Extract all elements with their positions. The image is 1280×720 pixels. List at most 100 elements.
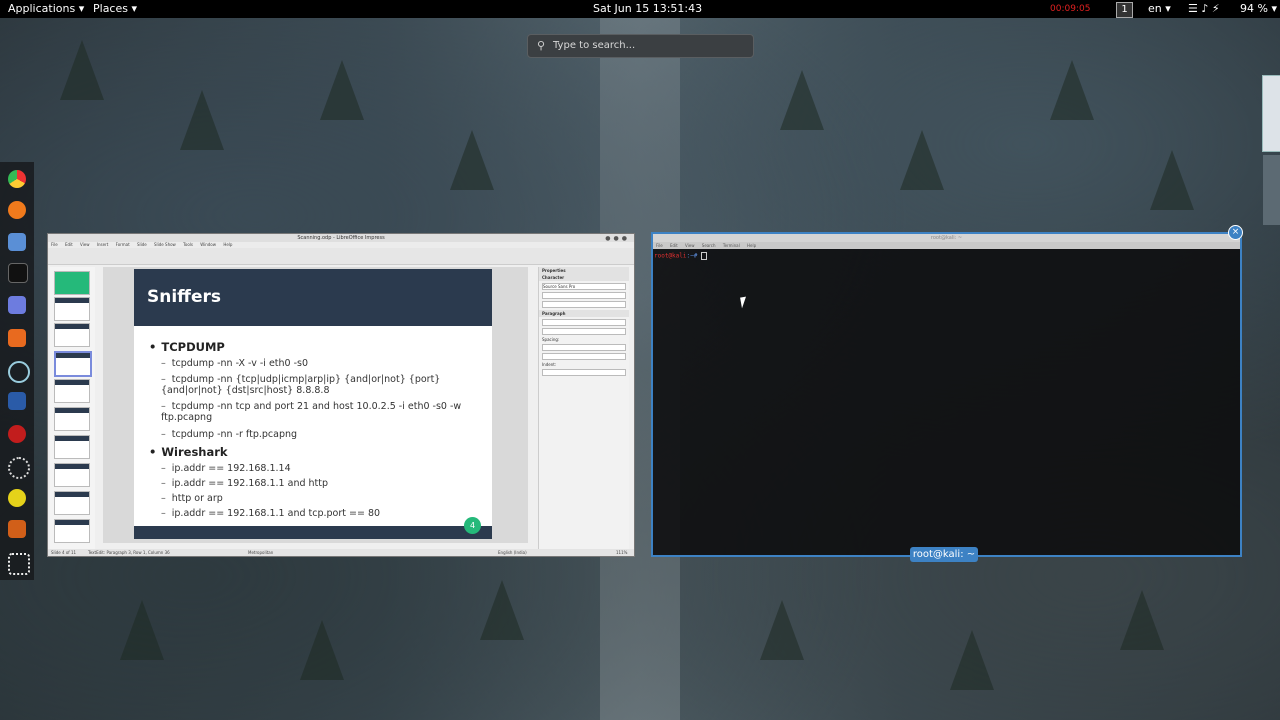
menu-terminal[interactable]: Terminal (723, 243, 740, 248)
terminal-icon[interactable] (8, 263, 28, 283)
battery-status[interactable]: 94 % ▾ (1240, 2, 1277, 16)
impress-window[interactable]: Scanning.odp - LibreOffice Impress ●●● F… (47, 233, 635, 557)
list-buttons[interactable] (542, 328, 626, 335)
status-language[interactable]: English (India) (498, 549, 527, 556)
font-color-buttons[interactable] (542, 301, 626, 308)
status-zoom[interactable]: 111% (616, 549, 627, 556)
status-slide: Slide 4 of 11 (51, 550, 77, 555)
wallpaper-tree (1050, 60, 1094, 120)
slide[interactable]: Sniffers TCPDUMP tcpdump -nn -X -v -i et… (134, 269, 492, 539)
impress-icon[interactable] (8, 520, 26, 538)
bullet-level2: ip.addr == 192.168.1.14 (161, 463, 481, 474)
slide-number-badge: 4 (464, 517, 481, 534)
menu-view[interactable]: View (80, 242, 90, 247)
paragraph-section[interactable]: Paragraph (539, 310, 629, 317)
files-icon[interactable] (8, 233, 26, 251)
bullet-level1: Wireshark (149, 445, 227, 459)
wallpaper-tree (780, 70, 824, 130)
slide-thumbnail[interactable] (54, 435, 90, 459)
terminal-window[interactable]: root@kali: ~ File Edit View Search Termi… (651, 232, 1242, 557)
chrome-icon[interactable] (8, 170, 26, 188)
bullet-level2: http or arp (161, 493, 481, 504)
tool-icon[interactable] (8, 489, 26, 507)
bullet-level2: tcpdump -nn tcp and port 21 and host 10.… (161, 401, 481, 423)
metasploit-icon[interactable] (8, 392, 26, 410)
search-icon: ⚲ (537, 39, 546, 52)
slide-thumbnail[interactable] (54, 323, 90, 347)
menu-window[interactable]: Window (200, 242, 216, 247)
bullet-level2: tcpdump -nn -X -v -i eth0 -s0 (161, 358, 481, 369)
menu-insert[interactable]: Insert (97, 242, 108, 247)
menu-file[interactable]: File (656, 243, 663, 248)
terminal-titlebar[interactable]: root@kali: ~ (653, 234, 1240, 242)
menu-file[interactable]: File (51, 242, 58, 247)
recording-indicator[interactable]: 00:09:05 (1050, 2, 1090, 16)
slide-editing-area[interactable]: Sniffers TCPDUMP tcpdump -nn -X -v -i et… (103, 267, 528, 543)
close-icon[interactable]: × (1228, 225, 1243, 240)
indent-field[interactable] (542, 369, 626, 376)
wallpaper-tree (950, 630, 994, 690)
spacing-field[interactable] (542, 353, 626, 360)
font-name-field[interactable]: Source Sans Pro (542, 283, 626, 290)
menu-format[interactable]: Format (116, 242, 130, 247)
clock[interactable]: Sat Jun 15 13:51:43 (593, 2, 702, 16)
menu-help[interactable]: Help (223, 242, 232, 247)
slide-thumbnail-selected[interactable] (54, 351, 92, 377)
menu-edit[interactable]: Edit (670, 243, 678, 248)
slide-thumbnail[interactable] (54, 407, 90, 431)
language-selector[interactable]: en ▾ (1148, 2, 1171, 16)
wallpaper-tree (450, 130, 494, 190)
status-text: TextEdit: Paragraph 3, Row 1, Column 36 (88, 550, 170, 555)
window-controls-icon[interactable]: ●●● (605, 235, 630, 243)
status-layout: Metropolitan (248, 550, 274, 555)
slide-thumbnail[interactable] (54, 271, 90, 295)
alignment-buttons[interactable] (542, 319, 626, 326)
character-section[interactable]: Character (539, 274, 629, 281)
menu-help[interactable]: Help (747, 243, 756, 248)
bullet-level2: ip.addr == 192.168.1.1 and tcp.port == 8… (161, 508, 481, 519)
slide-title[interactable]: Sniffers (147, 287, 221, 307)
wallpaper-tree (320, 60, 364, 120)
workspace-thumbnail[interactable] (1263, 155, 1280, 225)
font-style-buttons[interactable] (542, 292, 626, 299)
slide-thumbnail[interactable] (54, 519, 90, 543)
favorites-dock (0, 162, 34, 580)
spacing-field[interactable] (542, 344, 626, 351)
search-input[interactable]: ⚲ Type to search... (527, 34, 754, 58)
notes-icon[interactable] (8, 296, 26, 314)
search-placeholder: Type to search... (553, 40, 636, 51)
wallpaper-tree (1120, 590, 1164, 650)
bullet-level1: TCPDUMP (149, 340, 224, 354)
slide-thumbnail[interactable] (54, 463, 90, 487)
menu-edit[interactable]: Edit (65, 242, 73, 247)
impress-toolbar[interactable] (48, 248, 634, 265)
prompt-path: :~# (686, 252, 698, 260)
slide-thumbnail[interactable] (54, 379, 90, 403)
places-menu[interactable]: Places ▾ (93, 2, 137, 16)
impress-titlebar[interactable]: Scanning.odp - LibreOffice Impress ●●● (48, 234, 634, 242)
menu-slideshow[interactable]: Slide Show (154, 242, 176, 247)
slide-footer (134, 526, 492, 539)
burp-icon[interactable] (8, 329, 26, 347)
system-status-icons[interactable]: ☰ ♪ ⚡ (1188, 2, 1220, 16)
workspace-thumbnail[interactable] (1262, 75, 1280, 152)
impress-statusbar: Slide 4 of 11 TextEdit: Paragraph 3, Row… (48, 549, 634, 556)
show-apps-icon[interactable] (8, 553, 30, 575)
menu-tools[interactable]: Tools (183, 242, 193, 247)
terminal-prompt[interactable]: root@kali:~# (654, 252, 707, 260)
menu-slide[interactable]: Slide (137, 242, 147, 247)
wifi-tool-icon[interactable] (8, 457, 30, 479)
menu-view[interactable]: View (685, 243, 695, 248)
slide-thumbnail[interactable] (54, 491, 90, 515)
workspace-indicator[interactable]: 1 (1116, 2, 1133, 18)
bullet-level2: ip.addr == 192.168.1.1 and http (161, 478, 481, 489)
wallpaper-tree (120, 600, 164, 660)
menu-search[interactable]: Search (702, 243, 716, 248)
eye-icon[interactable] (8, 361, 30, 383)
firefox-icon[interactable] (8, 201, 26, 219)
cherry-icon[interactable] (8, 425, 26, 443)
slide-thumbnail[interactable] (54, 297, 90, 321)
properties-sidebar[interactable]: Properties Character Source Sans Pro Par… (538, 267, 629, 549)
applications-menu[interactable]: Applications ▾ (8, 2, 84, 16)
window-title: Scanning.odp - LibreOffice Impress (297, 235, 385, 241)
